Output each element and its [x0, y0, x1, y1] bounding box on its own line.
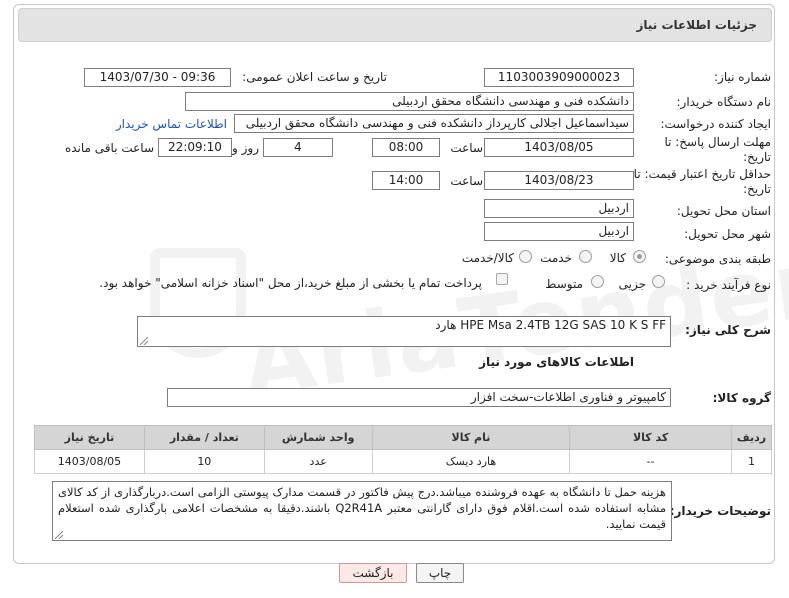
col-quantity: تعداد / مقدار — [143, 425, 265, 450]
reply-date-field[interactable]: 1403/08/05 — [484, 138, 634, 157]
goods-group-label: گروه کالا: — [712, 391, 771, 405]
buyer-org-label: نام دستگاه خریدار: — [676, 95, 772, 109]
need-number-field[interactable]: 1103003909000023 — [484, 68, 634, 87]
goods-info-title: اطلاعات کالاهای مورد نیاز — [479, 355, 634, 369]
purchase-option-medium: متوسط — [545, 277, 583, 291]
cell-need-date: 1403/08/05 — [34, 449, 145, 474]
treasury-payment-note: پرداخت تمام یا بخشی از مبلغ خرید،از محل … — [99, 276, 482, 290]
city-field[interactable]: اردبیل — [484, 222, 634, 241]
purchase-radio-medium[interactable] — [591, 275, 604, 288]
price-time-field[interactable]: 14:00 — [372, 171, 440, 190]
page-title: جزئیات اطلاعات نیاز — [636, 18, 757, 32]
col-item-name: نام کالا — [371, 425, 571, 450]
buyer-notes-label: توضیحات خریدار: — [669, 504, 771, 518]
category-option-service: خدمت — [540, 251, 572, 265]
creator-label: ایجاد کننده درخواست: — [660, 117, 771, 131]
table-header-row: تاریخ نیاز تعداد / مقدار واحد شمارش نام … — [34, 425, 773, 450]
purchase-type-label: نوع فرآیند خرید : — [686, 278, 771, 292]
price-validity-label: حداقل تاریخ اعتبار قیمت: تا تاریخ: — [633, 167, 771, 196]
category-option-both: کالا/خدمت — [461, 251, 514, 265]
treasury-payment-checkbox[interactable] — [496, 273, 508, 285]
days-field[interactable]: 4 — [263, 138, 333, 157]
goods-group-field[interactable]: کامپیوتر و فناوری اطلاعات-سخت افزار — [167, 388, 671, 407]
contact-buyer-link[interactable]: اطلاعات تماس خریدار — [116, 117, 227, 131]
price-time-label: ساعت — [450, 174, 483, 188]
remaining-label: ساعت باقی مانده — [64, 141, 154, 155]
buyer-notes-field[interactable]: هزینه حمل تا دانشگاه به عهده فروشنده میب… — [52, 481, 672, 541]
province-field[interactable]: اردبیل — [484, 199, 634, 218]
city-label: شهر محل تحویل: — [684, 227, 771, 241]
resize-handle-icon[interactable] — [55, 531, 63, 539]
description-label: شرح کلی نیاز: — [685, 323, 771, 337]
purchase-radio-minor[interactable] — [652, 275, 665, 288]
col-need-date: تاریخ نیاز — [34, 425, 145, 450]
col-row-number: ردیف — [730, 425, 773, 450]
announce-datetime-field[interactable]: 1403/07/30 - 09:36 — [84, 68, 231, 87]
category-radio-both[interactable] — [519, 250, 532, 263]
cell-unit: عدد — [263, 449, 373, 474]
creator-field[interactable]: سیداسماعیل اجلالی کارپرداز دانشکده فنی و… — [234, 114, 634, 133]
days-label: روز و — [232, 141, 259, 155]
description-field[interactable]: هارد HPE Msa 2.4TB 12G SAS 10 K S FF — [137, 316, 671, 347]
reply-deadline-label: مهلت ارسال پاسخ: تا تاریخ: — [664, 135, 771, 164]
cell-row-number: 1 — [730, 449, 773, 474]
category-radio-service[interactable] — [579, 250, 592, 263]
col-item-code: کد کالا — [569, 425, 732, 450]
announce-label: تاریخ و ساعت اعلان عمومی: — [242, 70, 387, 84]
reply-time-field[interactable]: 08:00 — [372, 138, 440, 157]
price-date-field[interactable]: 1403/08/23 — [484, 171, 634, 190]
category-radio-goods[interactable] — [633, 250, 646, 263]
remaining-time-field[interactable]: 22:09:10 — [158, 138, 232, 157]
purchase-option-minor: جزیی — [618, 277, 646, 291]
panel-header: جزئیات اطلاعات نیاز — [18, 8, 772, 42]
table-row[interactable]: 1403/08/05 10 عدد هارد دیسک -- 1 — [34, 449, 773, 474]
back-button[interactable]: بازگشت — [339, 563, 407, 583]
print-button[interactable]: چاپ — [416, 563, 464, 583]
buyer-org-field[interactable]: دانشکده فنی و مهندسی دانشگاه محقق اردبیل… — [185, 92, 634, 111]
category-option-goods: کالا — [609, 251, 626, 265]
need-number-label: شماره نیاز: — [714, 70, 771, 84]
resize-handle-icon[interactable] — [140, 337, 148, 345]
goods-table: تاریخ نیاز تعداد / مقدار واحد شمارش نام … — [34, 425, 773, 474]
col-unit: واحد شمارش — [263, 425, 373, 450]
cell-item-name: هارد دیسک — [371, 449, 571, 474]
reply-time-label: ساعت — [450, 141, 483, 155]
category-label: طبقه بندی موضوعی: — [664, 252, 771, 266]
cell-item-code: -- — [569, 449, 732, 474]
cell-quantity: 10 — [143, 449, 265, 474]
province-label: استان محل تحویل: — [676, 204, 771, 218]
buyer-notes-text: هزینه حمل تا دانشگاه به عهده فروشنده میب… — [58, 485, 666, 531]
description-text: هارد HPE Msa 2.4TB 12G SAS 10 K S FF — [435, 318, 666, 332]
